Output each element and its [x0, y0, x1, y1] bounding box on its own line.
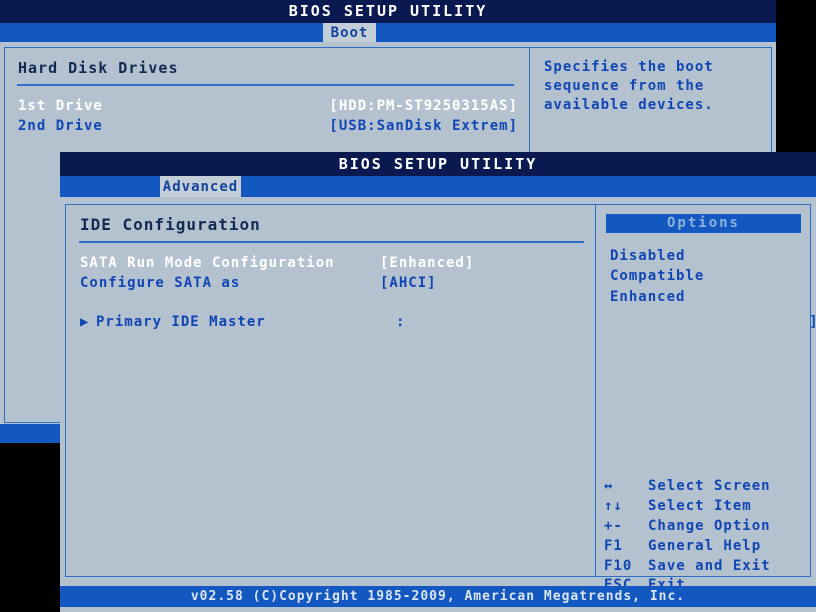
- table-row[interactable]: 1st Drive [HDD:PM-ST9250315AS]: [18, 97, 518, 117]
- table-row[interactable]: 2nd Drive [USB:SanDisk Extrem]: [18, 117, 518, 137]
- hard-disk-drive-list: 1st Drive [HDD:PM-ST9250315AS] 2nd Drive…: [18, 97, 518, 137]
- fg-options-pane: Options Disabled Compatible Enhanced ↔ S…: [596, 204, 811, 593]
- bg-section-rule: [17, 84, 514, 86]
- fg-footer-text: v02.58 (C)Copyright 1985-2009, American …: [190, 589, 686, 604]
- bg-tab-strip: Boot: [0, 23, 776, 42]
- legend-row: +- Change Option: [604, 517, 771, 537]
- options-panel-header: Options: [606, 214, 801, 233]
- fg-panes: IDE Configuration SATA Run Mode Configur…: [65, 204, 816, 593]
- legend-row: ↔ Select Screen: [604, 477, 771, 497]
- fg-title-text: BIOS SETUP UTILITY: [338, 155, 538, 173]
- legend-label: Select Item: [648, 497, 752, 514]
- drive-1-label: 1st Drive: [18, 98, 103, 114]
- fg-tab-strip: Advanced: [60, 176, 816, 197]
- bios-window-advanced: BIOS SETUP UTILITY Advanced IDE Configur…: [60, 152, 816, 612]
- legend-label: Select Screen: [648, 478, 771, 494]
- left-right-arrow-icon: ↔: [604, 478, 614, 494]
- f10-key-icon: F10: [604, 557, 633, 574]
- legend-row: F10 Save and Exit: [604, 557, 771, 577]
- option-item[interactable]: Compatible: [610, 266, 704, 286]
- drive-2-value: [USB:SanDisk Extrem]: [329, 117, 518, 134]
- fg-main-pane: IDE Configuration SATA Run Mode Configur…: [65, 204, 816, 577]
- legend-row: F1 General Help: [604, 537, 771, 557]
- configure-sata-as-value[interactable]: [AHCI]: [380, 273, 437, 293]
- plus-minus-icon: +-: [604, 517, 623, 534]
- options-list: Disabled Compatible Enhanced: [610, 246, 704, 307]
- drive-2-label: 2nd Drive: [18, 117, 103, 134]
- fg-section-rule: [79, 241, 584, 243]
- fg-footer-bar: v02.58 (C)Copyright 1985-2009, American …: [60, 586, 816, 607]
- tab-boot[interactable]: Boot: [323, 23, 376, 42]
- configure-sata-as-label: Configure SATA as: [80, 275, 241, 292]
- tab-advanced-label: Advanced: [162, 178, 239, 195]
- bg-help-text: Specifies the boot sequence from the ava…: [544, 59, 714, 113]
- option-item[interactable]: Enhanced: [610, 287, 704, 307]
- legend-row: ↑↓ Select Item: [604, 497, 771, 517]
- legend-label: Save and Exit: [648, 557, 771, 574]
- primary-ide-master-label: Primary IDE Master: [96, 313, 266, 330]
- bg-title-text: BIOS SETUP UTILITY: [288, 2, 488, 20]
- drive-1-value: [HDD:PM-ST9250315AS]: [329, 98, 518, 114]
- legend-label: General Help: [648, 537, 762, 554]
- sata-run-mode-value[interactable]: [Enhanced]: [380, 253, 474, 273]
- tab-advanced[interactable]: Advanced: [160, 176, 241, 197]
- up-down-arrow-icon: ↑↓: [604, 497, 623, 514]
- table-row[interactable]: SATA Run Mode Configuration [Enhanced]: [80, 253, 585, 273]
- keyboard-legend: ↔ Select Screen ↑↓ Select Item +- Change…: [604, 477, 771, 596]
- legend-label: Change Option: [648, 517, 771, 534]
- submenu-primary-ide-master[interactable]: ▶ Primary IDE Master : [ST9250315AS]: [80, 312, 816, 332]
- sata-run-mode-label: SATA Run Mode Configuration: [80, 255, 335, 271]
- fg-title-bar: BIOS SETUP UTILITY: [60, 152, 816, 176]
- f1-key-icon: F1: [604, 537, 623, 554]
- table-row[interactable]: Configure SATA as [AHCI]: [80, 273, 585, 293]
- ide-configuration-list: SATA Run Mode Configuration [Enhanced] C…: [80, 253, 816, 332]
- triangle-right-icon: ▶: [80, 313, 90, 330]
- bg-section-title: Hard Disk Drives: [18, 59, 179, 77]
- bg-title-bar: BIOS SETUP UTILITY: [0, 0, 776, 23]
- tab-boot-label: Boot: [330, 24, 369, 41]
- option-item[interactable]: Disabled: [610, 246, 704, 266]
- fg-section-title: IDE Configuration: [80, 215, 261, 234]
